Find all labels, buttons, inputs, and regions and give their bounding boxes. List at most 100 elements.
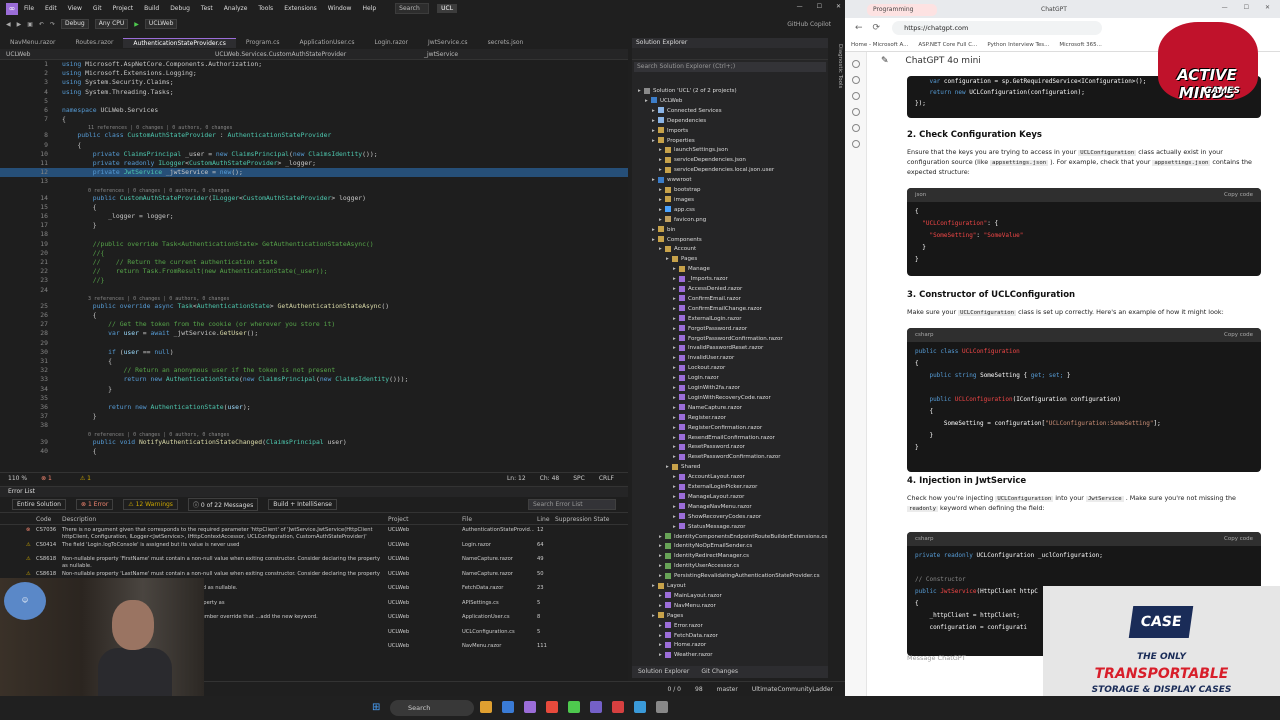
solution-node[interactable]: ▸ wwwroot bbox=[652, 175, 692, 185]
solution-node[interactable]: ▸ Login.razor bbox=[673, 373, 719, 383]
solution-node[interactable]: ▸ ResendEmailConfirmation.razor bbox=[673, 433, 775, 443]
run-icon[interactable]: ▶ bbox=[134, 21, 139, 28]
menu-item-tools[interactable]: Tools bbox=[258, 5, 273, 12]
solution-node[interactable]: ▸ NavMenu.razor bbox=[659, 601, 716, 611]
menu-item-file[interactable]: File bbox=[24, 5, 34, 12]
save-icon[interactable]: ▣ bbox=[27, 21, 33, 28]
editor-tab[interactable]: AuthenticationStateProvider.cs bbox=[123, 38, 236, 48]
solution-node[interactable]: ▸ app.css bbox=[659, 205, 695, 215]
chrome-icon[interactable] bbox=[568, 701, 580, 713]
solution-node[interactable]: ▸ UCLWeb bbox=[645, 96, 682, 106]
nav-project-dropdown[interactable]: UCLWeb bbox=[0, 49, 209, 59]
editor-tab[interactable]: ApplicationUser.cs bbox=[290, 38, 365, 48]
sidebar-outlook-icon[interactable] bbox=[852, 140, 860, 148]
solution-node[interactable]: ▸ Error.razor bbox=[659, 621, 703, 631]
bookmark-item[interactable]: Microsoft 365... bbox=[1059, 42, 1102, 48]
office-icon[interactable] bbox=[546, 701, 558, 713]
menu-item-project[interactable]: Project bbox=[113, 5, 134, 12]
solution-node[interactable]: ▸ ForgotPassword.razor bbox=[673, 324, 747, 334]
solution-node[interactable]: ▸ MainLayout.razor bbox=[659, 591, 722, 601]
solution-node[interactable]: ▸ Solution 'UCL' (2 of 2 projects) bbox=[638, 86, 737, 96]
solution-node[interactable]: ▸ Weather.razor bbox=[659, 650, 713, 660]
editor-tab[interactable]: Routes.razor bbox=[66, 38, 124, 48]
model-selector[interactable]: ChatGPT 4o mini bbox=[905, 56, 980, 66]
solution-node[interactable]: ▸ ExternalLoginPicker.razor bbox=[673, 482, 757, 492]
forward-icon[interactable]: ▶ bbox=[17, 21, 22, 28]
error-col-description[interactable]: Description bbox=[62, 515, 96, 525]
solution-node[interactable]: ▸ RegisterConfirmation.razor bbox=[673, 423, 762, 433]
solution-node[interactable]: ▸ launchSettings.json bbox=[659, 145, 728, 155]
solution-node[interactable]: ▸ images bbox=[659, 195, 694, 205]
scope-dropdown[interactable]: Entire Solution bbox=[12, 499, 66, 510]
solution-node[interactable]: ▸ Dependencies bbox=[652, 116, 706, 126]
solution-node[interactable]: ▸ ManageNavMenu.razor bbox=[673, 502, 752, 512]
error-col-line[interactable]: Line bbox=[537, 515, 550, 525]
error-col-file[interactable]: File bbox=[462, 515, 472, 525]
solution-node[interactable]: ▸ bootstrap bbox=[659, 185, 701, 195]
back-icon[interactable]: ◀ bbox=[6, 21, 11, 28]
solution-node[interactable]: ▸ NameCapture.razor bbox=[673, 403, 742, 413]
nav-member-dropdown[interactable]: _jwtService bbox=[418, 49, 627, 59]
menu-item-extensions[interactable]: Extensions bbox=[284, 5, 317, 12]
tab-solution-explorer[interactable]: Solution Explorer bbox=[632, 666, 695, 678]
browser-maximize-icon[interactable]: ☐ bbox=[1244, 4, 1249, 11]
menu-item-help[interactable]: Help bbox=[362, 5, 376, 12]
solution-node[interactable]: ▸ Home.razor bbox=[659, 640, 706, 650]
solution-node[interactable]: ▸ Properties bbox=[652, 136, 695, 146]
solution-node[interactable]: ▸ Components bbox=[652, 235, 702, 245]
sidebar-office-icon[interactable] bbox=[852, 124, 860, 132]
menu-item-build[interactable]: Build bbox=[144, 5, 159, 12]
solution-node[interactable]: ▸ ResetPassword.razor bbox=[673, 442, 745, 452]
solution-node[interactable]: ▸ IdentityRedirectManager.cs bbox=[659, 551, 749, 561]
solution-node[interactable]: ▸ IdentityComponentsEndpointRouteBuilderE… bbox=[659, 532, 827, 542]
error-row[interactable]: ⊗ CS7036 There is no argument given that c… bbox=[0, 527, 628, 541]
editor-tab[interactable]: JwtService.cs bbox=[418, 38, 478, 48]
editor-tab[interactable]: NavMenu.razor bbox=[0, 38, 66, 48]
solution-node[interactable]: ▸ InvalidPasswordReset.razor bbox=[673, 343, 763, 353]
solution-node[interactable]: ▸ Manage bbox=[673, 264, 710, 274]
windows-start-icon[interactable]: ⊞ bbox=[372, 702, 384, 714]
warning-count-badge[interactable]: ⚠ 1 bbox=[80, 475, 105, 482]
error-col-suppression-state[interactable]: Suppression State bbox=[555, 515, 609, 525]
error-col-project[interactable]: Project bbox=[388, 515, 409, 525]
solution-node[interactable]: ▸ LoginWith2fa.razor bbox=[673, 383, 740, 393]
solution-node[interactable]: ▸ favicon.png bbox=[659, 215, 706, 225]
redo-icon[interactable]: ↷ bbox=[50, 21, 55, 28]
browser-refresh-icon[interactable]: ⟳ bbox=[873, 23, 881, 33]
solution-search-input[interactable]: Search Solution Explorer (Ctrl+;) bbox=[634, 62, 826, 72]
error-col-code[interactable]: Code bbox=[36, 515, 51, 525]
menu-item-view[interactable]: View bbox=[68, 5, 82, 12]
browser-close-icon[interactable]: ✕ bbox=[1265, 4, 1270, 11]
editor-tab[interactable]: secrets.json bbox=[478, 38, 534, 48]
copy-code-button[interactable]: Copy code bbox=[1224, 188, 1253, 202]
error-row[interactable]: ⚠ CS8618 Non-nullable property 'FirstName'… bbox=[0, 556, 628, 570]
editor-tab[interactable]: Login.razor bbox=[364, 38, 418, 48]
editor-tab[interactable]: Program.cs bbox=[236, 38, 290, 48]
browser-tab-chatgpt[interactable]: ChatGPT bbox=[1035, 4, 1131, 16]
sidebar-games-icon[interactable] bbox=[852, 108, 860, 116]
diagnostic-tools-tab[interactable]: Diagnostic Tools bbox=[829, 38, 843, 678]
solution-node[interactable]: ▸ StatusMessage.razor bbox=[673, 522, 746, 532]
platform-dropdown[interactable]: Any CPU bbox=[94, 19, 129, 29]
taskbar-search[interactable]: Search bbox=[390, 700, 474, 716]
solution-node[interactable]: ▸ ResetPasswordConfirmation.razor bbox=[673, 452, 781, 462]
solution-node[interactable]: ▸ LoginWithRecoveryCode.razor bbox=[673, 393, 771, 403]
browser-minimize-icon[interactable]: — bbox=[1222, 4, 1228, 11]
edge-icon[interactable] bbox=[502, 701, 514, 713]
error-row[interactable]: ⚠ CS0414 The field 'Login.logToConsole' is… bbox=[0, 542, 628, 556]
error-count-badge[interactable]: ⊗ 1 bbox=[41, 475, 66, 482]
menu-item-window[interactable]: Window bbox=[328, 5, 352, 12]
solution-node[interactable]: ▸ Connected Services bbox=[652, 106, 722, 116]
solution-node[interactable]: ▸ ShowRecoveryCodes.razor bbox=[673, 512, 761, 522]
new-chat-icon[interactable]: ✎ bbox=[881, 56, 889, 66]
solution-node[interactable]: ▸ FetchData.razor bbox=[659, 631, 718, 641]
sidebar-search-icon[interactable] bbox=[852, 60, 860, 68]
vs-search-box[interactable]: Search bbox=[395, 3, 430, 14]
sidebar-copilot-icon[interactable] bbox=[852, 76, 860, 84]
browser-tab-programming[interactable]: Programming bbox=[867, 4, 937, 16]
solution-node[interactable]: ▸ Layout bbox=[652, 581, 686, 591]
code-editor[interactable]: 1 using Microsoft.AspNetCore.Components.A… bbox=[0, 60, 628, 472]
solution-node[interactable]: ▸ ManageLayout.razor bbox=[673, 492, 744, 502]
zoom-level[interactable]: 110 % bbox=[8, 475, 27, 482]
solution-node[interactable]: ▸ ExternalLogin.razor bbox=[673, 314, 742, 324]
